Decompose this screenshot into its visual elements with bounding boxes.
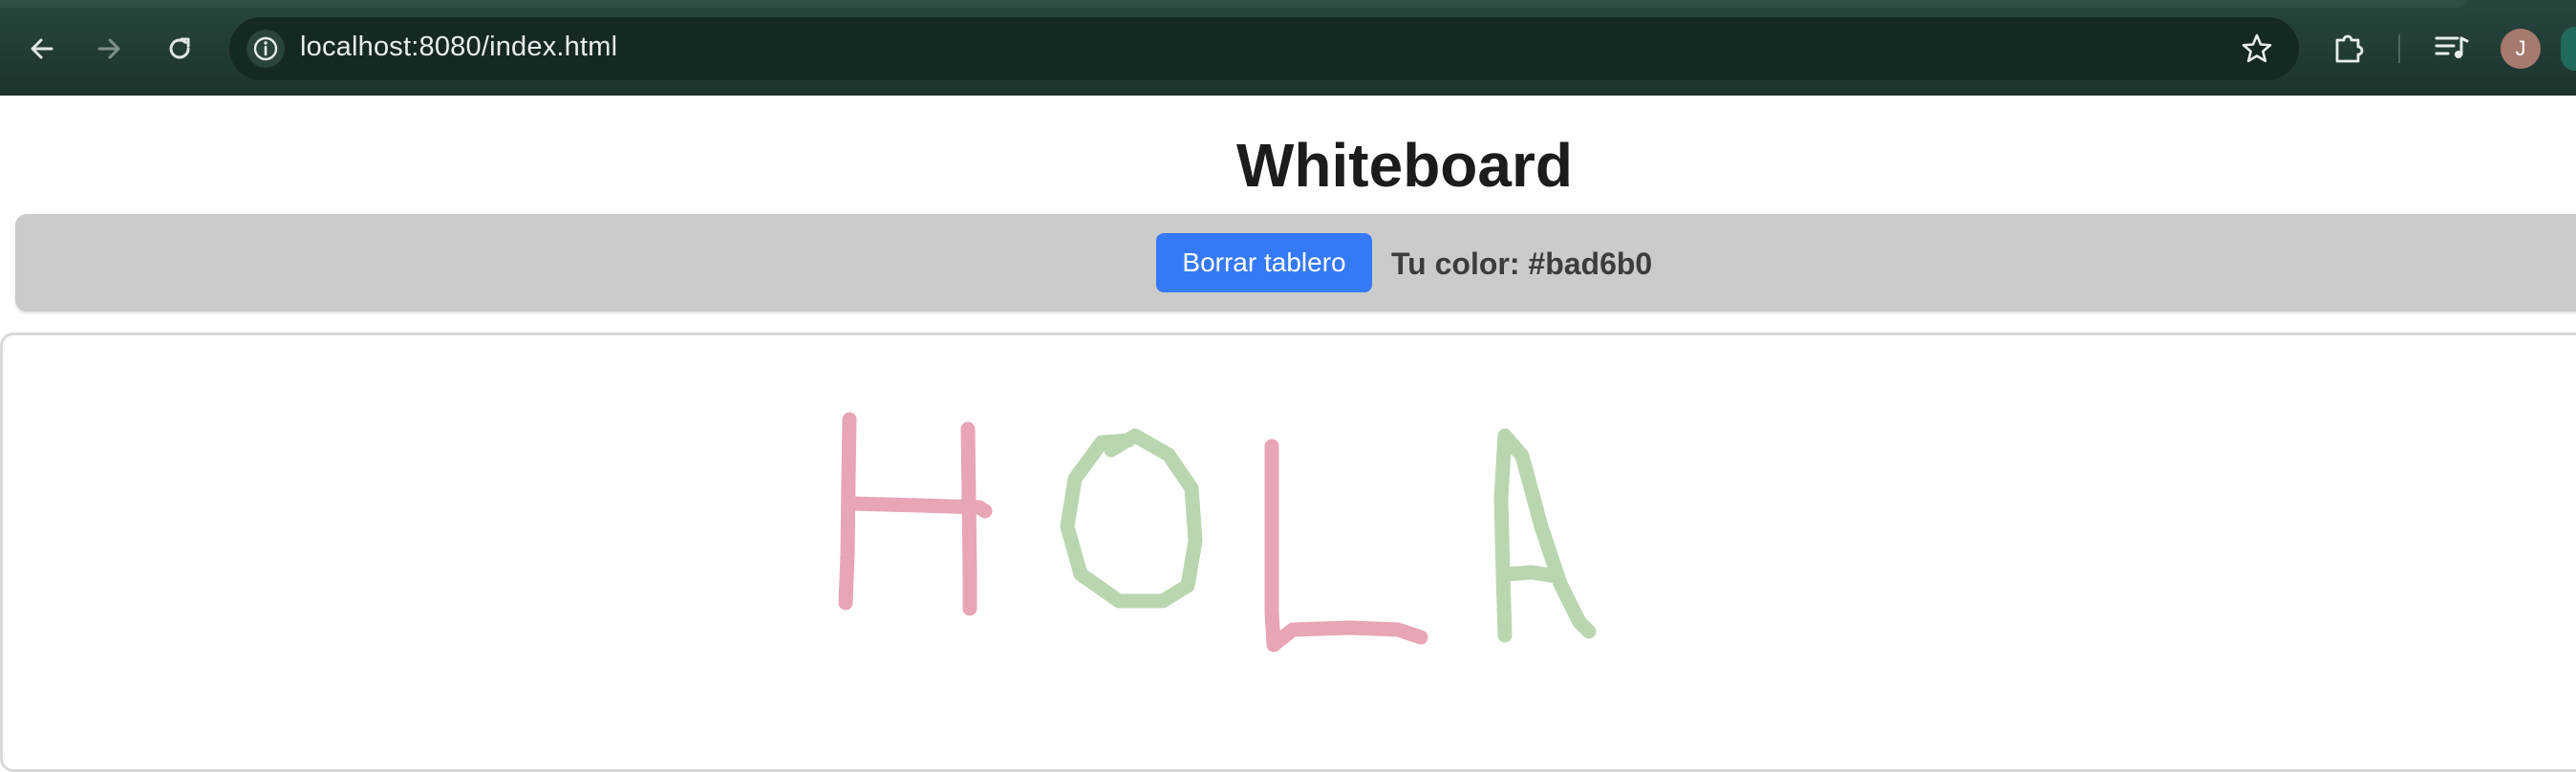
drawing-layer: [838, 412, 1597, 653]
reload-icon: [169, 37, 190, 59]
whiteboard-canvas[interactable]: [0, 332, 2576, 772]
forward-arrow-icon: [97, 38, 120, 59]
letter-h-stroke-left: [838, 412, 857, 611]
url-text[interactable]: localhost:8080/index.html: [300, 32, 617, 63]
page-title: Whiteboard: [1236, 131, 1573, 200]
site-info-button[interactable]: [247, 30, 285, 68]
your-color-label: Tu color: #bad6b0: [1391, 247, 1653, 281]
address-bar[interactable]: localhost:8080/index.html: [229, 17, 2299, 80]
reload-button[interactable]: [157, 26, 203, 72]
letter-a-stroke-crossbar: [1499, 565, 1563, 584]
clear-board-button[interactable]: Borrar tablero: [1156, 233, 1372, 292]
letter-a-stroke-outline: [1493, 428, 1597, 643]
back-arrow-icon: [31, 38, 54, 59]
browser-toolbar: localhost:8080/index.html J: [0, 0, 2576, 96]
toolbar-separator: [2398, 34, 2400, 63]
tab-strip-edge: [0, 0, 2465, 8]
letter-o-stroke: [1060, 428, 1203, 609]
letter-h-stroke-right: [960, 421, 977, 616]
media-controls-icon[interactable]: [2433, 31, 2471, 65]
side-panel-button[interactable]: [2561, 27, 2576, 71]
site-info-icon: [253, 36, 278, 61]
extensions-icon[interactable]: [2329, 29, 2368, 67]
star-icon[interactable]: [2240, 32, 2274, 66]
controls-bar: Borrar tablero Tu color: #bad6b0: [15, 214, 2576, 311]
back-button[interactable]: [19, 26, 65, 72]
letter-l-stroke: [1264, 439, 1428, 653]
web-page: Whiteboard Borrar tablero Tu color: #bad…: [0, 96, 2576, 772]
forward-button[interactable]: [86, 26, 132, 72]
profile-avatar[interactable]: J: [2501, 29, 2541, 69]
